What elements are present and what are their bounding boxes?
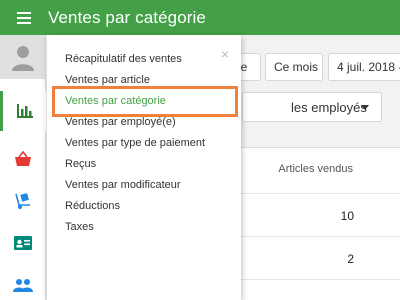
employee-filter-label: les employés	[291, 99, 367, 115]
menu-item-discounts[interactable]: Réductions	[65, 200, 120, 212]
id-card-icon	[14, 236, 32, 250]
sidebar-item-sales[interactable]	[0, 139, 46, 179]
employee-filter-select[interactable]: les employés	[242, 92, 382, 122]
bar-chart-icon	[16, 104, 33, 118]
sidebar	[0, 35, 46, 300]
handtruck-icon	[15, 193, 30, 209]
articles-sold-value: 10	[340, 209, 354, 223]
people-icon	[13, 279, 33, 292]
basket-icon	[15, 151, 31, 166]
menu-icon-bar	[17, 11, 31, 14]
menu-icon-bar	[17, 21, 31, 24]
menu-item-taxes[interactable]: Taxes	[65, 221, 94, 233]
sidebar-item-customers[interactable]	[0, 223, 46, 263]
menu-item-sales-summary[interactable]: Récapitulatif des ventes	[65, 53, 182, 65]
this-month-button[interactable]: Ce mois	[265, 53, 323, 81]
date-range-picker[interactable]: 4 juil. 2018 -	[328, 53, 400, 81]
menu-item-sales-by-item[interactable]: Ventes par article	[65, 74, 150, 86]
column-header-articles-sold: Articles vendus	[278, 163, 353, 175]
articles-sold-value: 2	[347, 252, 354, 266]
close-icon[interactable]: ×	[221, 46, 229, 62]
menu-item-sales-by-payment-type[interactable]: Ventes par type de paiement	[65, 137, 205, 149]
sidebar-item-employees[interactable]	[0, 265, 46, 300]
menu-item-receipts[interactable]: Reçus	[65, 158, 96, 170]
avatar-icon	[12, 46, 34, 71]
sidebar-item-inventory[interactable]	[0, 181, 46, 221]
app-bar: Ventes par catégorie	[0, 0, 400, 35]
caret-down-icon	[361, 105, 369, 110]
menu-item-sales-by-modifier[interactable]: Ventes par modificateur	[65, 179, 181, 191]
avatar[interactable]	[0, 35, 46, 79]
report-type-menu: × Récapitulatif des ventes Ventes par ar…	[47, 35, 241, 300]
selection-highlight-box	[52, 86, 238, 117]
menu-item-sales-by-employee[interactable]: Ventes par employé(e)	[65, 116, 176, 128]
page-title: Ventes par catégorie	[48, 7, 206, 27]
sidebar-item-reports[interactable]	[0, 91, 46, 131]
menu-icon[interactable]	[0, 0, 48, 35]
menu-icon-bar	[17, 16, 31, 19]
